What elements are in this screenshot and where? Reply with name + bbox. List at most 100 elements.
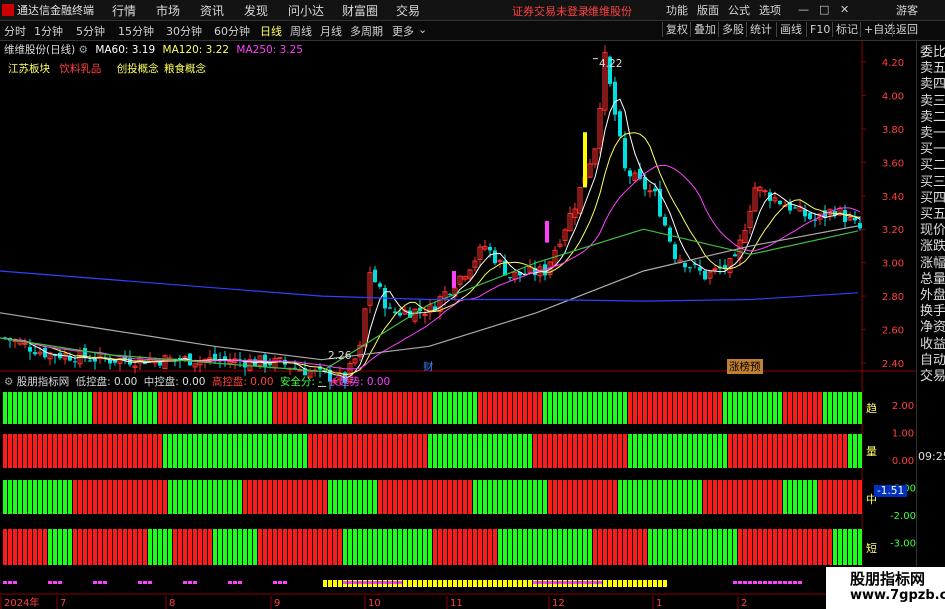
indicator-bar [568, 434, 572, 468]
indicator-bar [338, 392, 342, 424]
indicator-bar [118, 392, 122, 424]
indicator-bar [88, 480, 92, 514]
indicator-bar [383, 529, 387, 565]
signal-bar [658, 580, 662, 587]
candle-body [703, 270, 707, 280]
indicator-bar [838, 529, 842, 565]
indicator-bar [733, 434, 737, 468]
low-control: 低控盘: 0.00 [75, 376, 138, 388]
indicator-bar [773, 392, 777, 424]
main-chart[interactable]: 4.20 4.00 3.80 3.60 3.40 3.20 3.00 2.80 2.60 2.40… [0, 0, 945, 609]
indicator-bar [263, 480, 267, 514]
signal-dot [278, 581, 282, 584]
indicator-bar [373, 529, 377, 565]
signal-dot [788, 581, 792, 584]
indicator-bar [253, 434, 257, 468]
indicator-bar [458, 529, 462, 565]
indicator-bar [163, 434, 167, 468]
candle-body [88, 360, 92, 362]
signal-dot [398, 581, 402, 584]
candle-body [388, 307, 392, 309]
indicator-bar [453, 480, 457, 514]
highlight-candle [583, 132, 587, 188]
tag-region[interactable]: 江苏板块 [8, 63, 50, 75]
indicator-bar [658, 392, 662, 424]
side-panel-item: 现价 [920, 223, 945, 239]
indicator-bar [63, 392, 67, 424]
indicator-bar [743, 480, 747, 514]
indicator-bar [83, 434, 87, 468]
indicator-bar [613, 392, 617, 424]
indicator-bar [753, 529, 757, 565]
indicator-bar [673, 392, 677, 424]
indicator-bar [768, 480, 772, 514]
signal-dot [748, 581, 752, 584]
finance-marker[interactable]: 财 [423, 359, 434, 374]
indicator-bar [178, 392, 182, 424]
indicator-bar [598, 392, 602, 424]
indicator-bar [768, 529, 772, 565]
indicator-bar [523, 434, 527, 468]
tag-concept-1[interactable]: 创投概念 [117, 63, 159, 75]
indicator-bar [558, 529, 562, 565]
indicator-bar [528, 480, 532, 514]
indicator-bar [748, 392, 752, 424]
indicator-bar [613, 529, 617, 565]
signal-bar [328, 580, 332, 587]
tag-industry[interactable]: 饮料乳品 [59, 63, 101, 75]
indicator-bar [73, 392, 77, 424]
indicator-bar [113, 480, 117, 514]
indicator-bar [283, 392, 287, 424]
settings-icon[interactable]: ⚙ [4, 376, 13, 388]
ma250-label: MA250: 3.25 [236, 44, 303, 56]
candle-body [673, 244, 677, 260]
indicator-bar [43, 434, 47, 468]
indicator-bar [423, 392, 427, 424]
indicator-bar [838, 434, 842, 468]
signal-bar [338, 580, 342, 587]
indicator-bar [728, 392, 732, 424]
side-panel-item: 净资 [920, 320, 945, 336]
indicator-bar [128, 434, 132, 468]
indicator-bar [493, 434, 497, 468]
side-panel-item[interactable]: 交易 [920, 369, 945, 385]
price-tick-label: 3.00 [882, 259, 904, 270]
indicator-bar [213, 434, 217, 468]
signal-dot [783, 581, 787, 584]
indicator-bar [673, 480, 677, 514]
indicator-bar [308, 480, 312, 514]
signal-dot [758, 581, 762, 584]
indicator-bar [443, 480, 447, 514]
indicator-bar [683, 480, 687, 514]
side-panel-item: 买三 [920, 174, 945, 190]
settings-icon[interactable]: ⚙ [79, 44, 88, 56]
indicator-bar [728, 480, 732, 514]
signal-dot [58, 581, 62, 584]
indicator-bar [853, 529, 857, 565]
candle-body [268, 363, 272, 366]
indicator-bar [328, 434, 332, 468]
current-indicator-value: -1.51 [874, 485, 908, 497]
indicator-bar [88, 434, 92, 468]
indicator-bar [218, 529, 222, 565]
signal-dot [583, 581, 587, 584]
indicator-bar [403, 529, 407, 565]
indicator-bar [273, 480, 277, 514]
indicator-bar [823, 434, 827, 468]
signal-dot [388, 581, 392, 584]
indicator-bar [583, 434, 587, 468]
price-tick-label: 3.60 [882, 158, 904, 169]
side-panel-item[interactable]: 自动 [920, 353, 945, 369]
indicator-bar [13, 480, 17, 514]
indicator-bar [693, 529, 697, 565]
candle-body [712, 268, 718, 271]
indicator-bar [463, 529, 467, 565]
indicator-bar [723, 392, 727, 424]
indicator-bar [713, 434, 717, 468]
indicator-bar [353, 434, 357, 468]
tag-concept-2[interactable]: 粮食概念 [164, 63, 206, 75]
indicator-bar [828, 480, 832, 514]
limit-up-marker[interactable]: 涨榜预 [727, 359, 763, 374]
indicator-bar [258, 480, 262, 514]
indicator-bar [48, 434, 52, 468]
